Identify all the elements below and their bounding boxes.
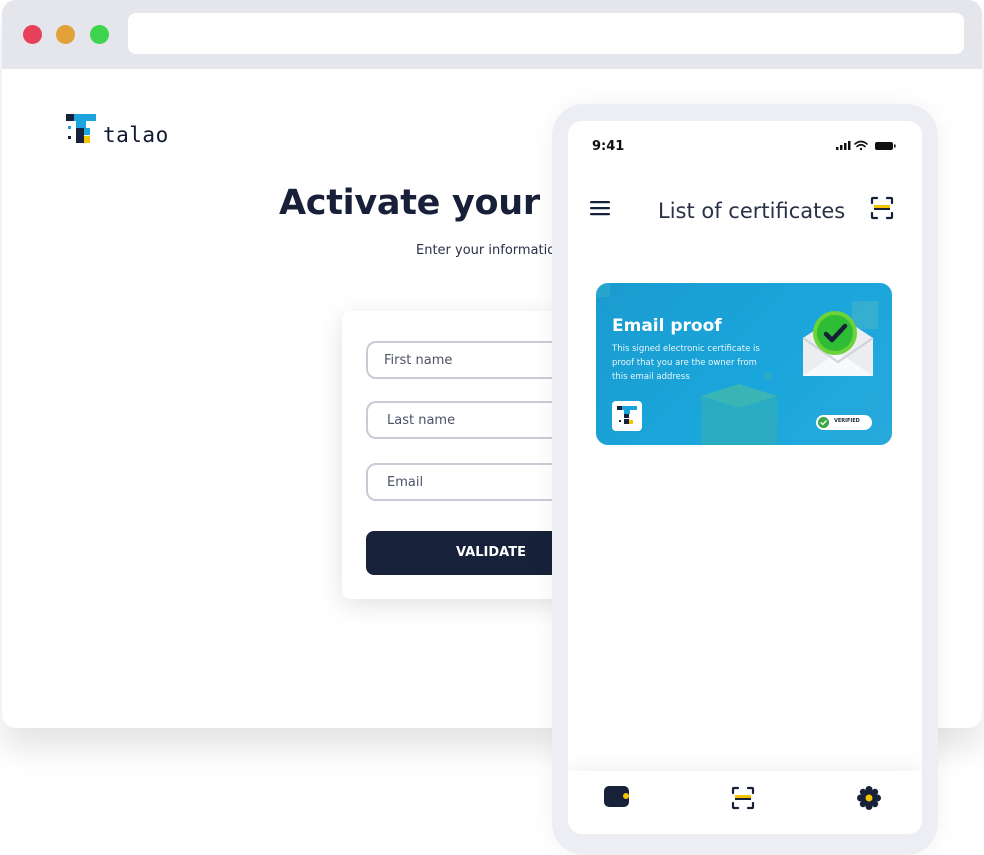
- first-name-placeholder: First name: [384, 353, 453, 368]
- qr-scan-icon[interactable]: [870, 196, 894, 220]
- phone-screen: 9:41 List of certificates Email proof Th…: [568, 121, 922, 834]
- close-window-button[interactable]: [23, 25, 42, 44]
- envelope-check-icon: [802, 311, 874, 376]
- talao-logo-icon: [66, 114, 96, 143]
- browser-toolbar: [2, 0, 982, 69]
- page-subtitle: Enter your information: [416, 243, 564, 258]
- maximize-window-button[interactable]: [90, 25, 109, 44]
- talao-logo: talao: [66, 114, 176, 147]
- status-icons: [836, 140, 896, 151]
- bottom-navigation: [568, 771, 922, 834]
- email-placeholder: Email: [387, 475, 424, 490]
- issuer-logo-icon: [612, 401, 642, 431]
- last-name-placeholder: Last name: [387, 413, 456, 428]
- logo-wordmark: talao: [103, 123, 169, 147]
- verified-badge: VERIFIED: [816, 415, 872, 430]
- verified-label: VERIFIED: [834, 418, 860, 424]
- app-title: List of certificates: [658, 199, 846, 223]
- address-bar[interactable]: [128, 13, 964, 54]
- minimize-window-button[interactable]: [56, 25, 75, 44]
- battery-icon: [875, 142, 896, 150]
- certificate-title: Email proof: [612, 316, 722, 336]
- check-circle-icon: [818, 417, 829, 428]
- wallet-icon[interactable]: [604, 786, 632, 808]
- scan-nav-icon[interactable]: [731, 786, 755, 810]
- wifi-icon: [854, 140, 868, 151]
- certificate-card[interactable]: Email proof This signed electronic certi…: [596, 283, 892, 445]
- signal-icon: [836, 141, 851, 150]
- settings-icon[interactable]: [857, 786, 881, 810]
- phone-mockup: 9:41 List of certificates Email proof Th…: [552, 104, 938, 855]
- status-time: 9:41: [592, 139, 625, 154]
- certificate-description: This signed electronic certificate is pr…: [612, 344, 760, 382]
- menu-icon[interactable]: [590, 199, 612, 217]
